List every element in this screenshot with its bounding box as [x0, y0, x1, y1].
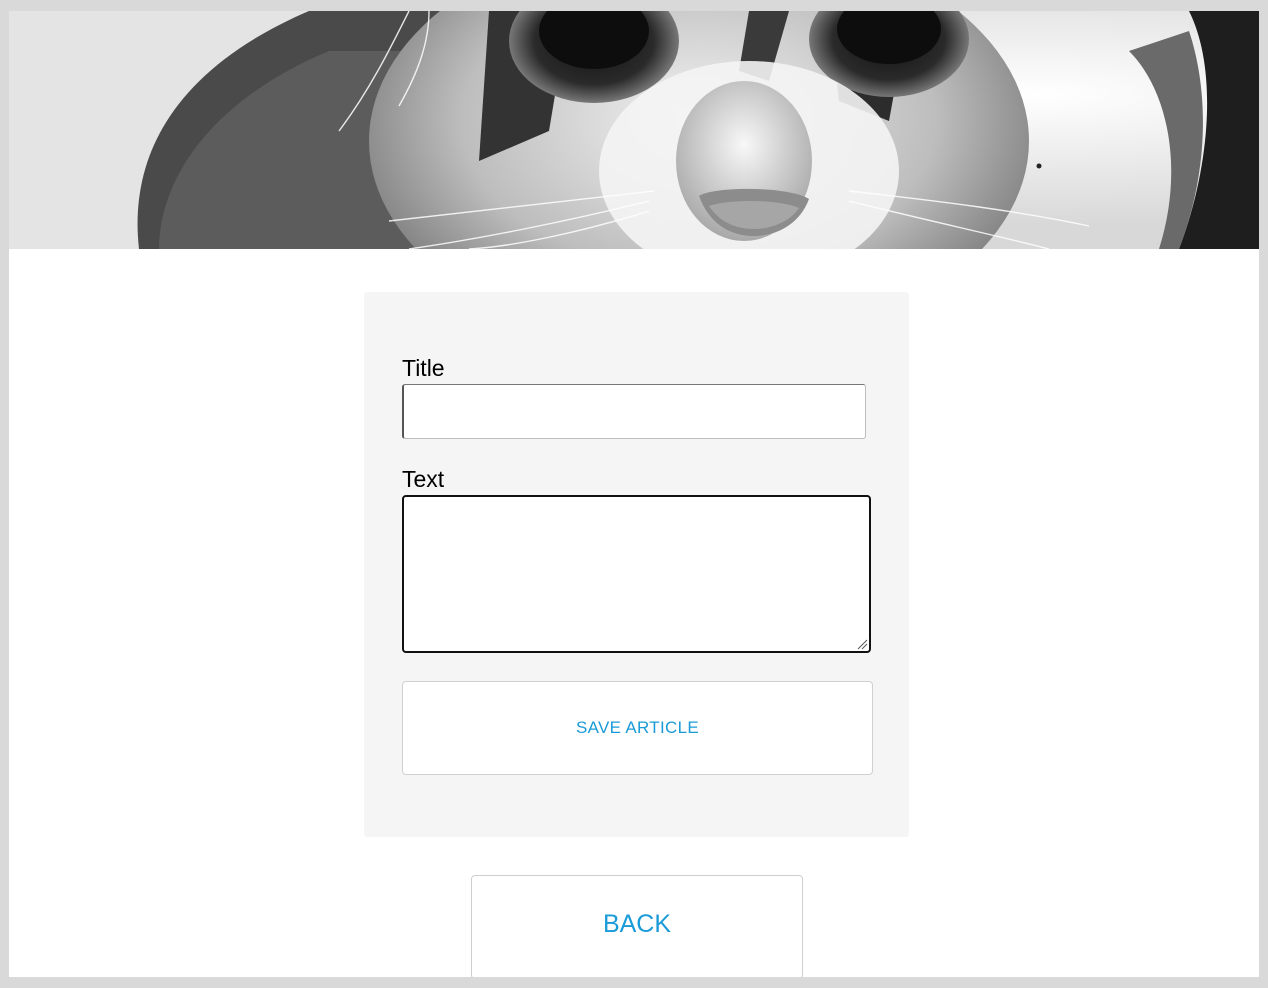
- resize-grip-icon[interactable]: [856, 638, 868, 650]
- article-form: Title Text SAVE ARTICLE: [364, 292, 909, 837]
- text-textarea[interactable]: [402, 495, 871, 653]
- page: Title Text SAVE ARTICLE BACK: [9, 11, 1259, 977]
- save-article-button[interactable]: SAVE ARTICLE: [402, 681, 873, 775]
- title-input[interactable]: [402, 384, 866, 439]
- kitten-photo-image: [9, 11, 1259, 249]
- hero-banner: [9, 11, 1259, 249]
- text-label: Text: [402, 466, 445, 492]
- title-label: Title: [402, 355, 445, 381]
- back-button[interactable]: BACK: [471, 875, 803, 977]
